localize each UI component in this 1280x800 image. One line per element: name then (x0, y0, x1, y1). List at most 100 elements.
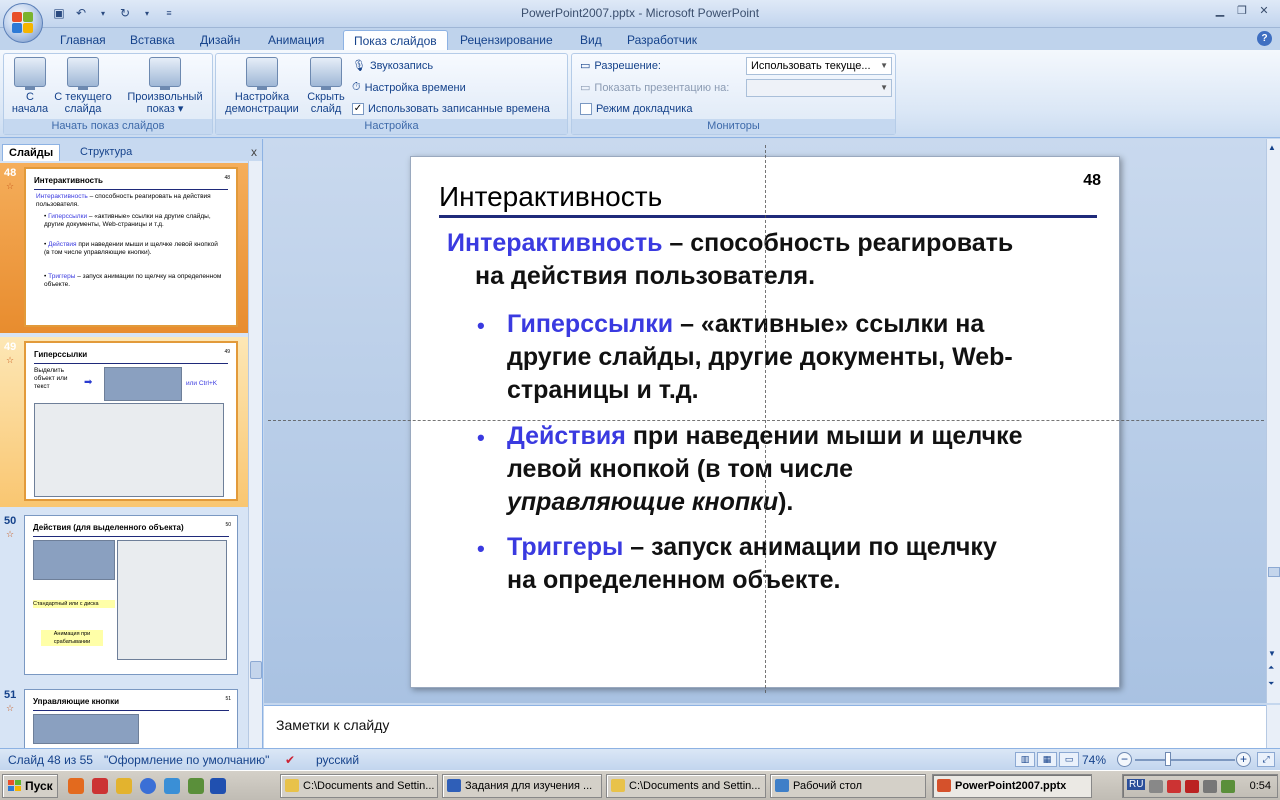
rehearse-timings-button[interactable]: ⏱ Настройка времени (352, 81, 466, 94)
tab-home[interactable]: Главная (50, 30, 116, 50)
normal-view-icon[interactable]: ▥ (1015, 752, 1035, 767)
thumbnail-entry-50[interactable]: 50 ☆ Действия (для выделенного объекта) … (0, 511, 248, 681)
presenter-view-label: Режим докладчика (596, 103, 693, 115)
scroll-thumb[interactable] (250, 661, 262, 679)
status-bar: Слайд 48 из 55 "Оформление по умолчанию"… (0, 748, 1280, 770)
taskbar-item-desktop[interactable]: Рабочий стол (770, 774, 926, 798)
thumb-page: 50 (225, 522, 231, 528)
ribbon-screenshot-image (33, 714, 139, 744)
spellcheck-icon[interactable]: ✔ (285, 753, 295, 767)
bullet-triggers[interactable]: Триггеры – запуск анимации по щелчку на … (507, 531, 1107, 597)
minimize-button[interactable]: ▁ (1210, 3, 1230, 19)
theme-name[interactable]: "Оформление по умолчанию" (104, 753, 269, 767)
fit-to-window-icon[interactable]: ⤢ (1257, 752, 1275, 767)
antivirus-icon[interactable] (1167, 780, 1181, 793)
restore-button[interactable]: ❐ (1232, 3, 1252, 19)
taskbar-item-explorer-2[interactable]: C:\Documents and Settin... (606, 774, 766, 798)
folder-tool-icon[interactable] (116, 778, 132, 794)
tab-slides[interactable]: Слайды (2, 144, 61, 161)
vertical-guide[interactable] (765, 145, 766, 693)
resolution-dropdown[interactable]: Использовать текуще... ▼ (746, 57, 892, 75)
thumbnail-entry-48[interactable]: 48 ☆ Интерактивность 48 Интерактивность … (0, 163, 248, 333)
zoom-slider[interactable] (1135, 759, 1235, 761)
close-icon[interactable]: x (251, 145, 257, 159)
tab-slide-show[interactable]: Показ слайдов (343, 30, 448, 50)
display-icon: ▭ (580, 82, 591, 94)
arrow-right-icon: ➡ (84, 377, 93, 388)
tab-insert[interactable]: Вставка (120, 30, 185, 50)
taskbar-item-powerpoint[interactable]: PowerPoint2007.pptx (932, 774, 1092, 798)
thumbnail-slide-51[interactable]: Управляющие кнопки 51 (24, 689, 238, 748)
custom-show-button[interactable]: Произвольный показ ▾ (122, 57, 208, 115)
from-current-button[interactable]: С текущего слайда (52, 57, 114, 115)
volume-icon[interactable] (1203, 780, 1217, 793)
tab-view[interactable]: Вид (570, 30, 612, 50)
slide-title[interactable]: Интерактивность (439, 181, 662, 213)
slide-sorter-view-icon[interactable]: ▦ (1037, 752, 1057, 767)
hide-slide-label: Скрыть слайд (307, 91, 345, 115)
show-on-dropdown[interactable]: ▼ (746, 79, 892, 97)
animation-star-icon: ☆ (6, 355, 15, 365)
clock[interactable]: 0:54 (1250, 780, 1271, 792)
network-icon[interactable] (1221, 780, 1235, 793)
opera-icon[interactable] (92, 778, 108, 794)
slide-number: 50 (4, 515, 17, 527)
zoom-in-icon[interactable]: + (1236, 752, 1251, 767)
bullet-hyperlinks[interactable]: Гиперссылки – «активные» ссылки на други… (507, 308, 1107, 407)
thumbnail-entry-51[interactable]: 51 ☆ Управляющие кнопки 51 (0, 685, 248, 748)
thumbnails-scrollbar[interactable] (248, 161, 262, 748)
thumbnail-entry-49[interactable]: 49 ☆ Гиперссылки 49 Выделить объект или … (0, 337, 248, 507)
office-button[interactable] (3, 3, 43, 43)
tab-outline[interactable]: Структура (74, 144, 138, 161)
bullet-icon: • (477, 425, 485, 450)
internet-explorer-icon[interactable] (164, 778, 180, 794)
zoom-out-icon[interactable]: − (1117, 752, 1132, 767)
system-tray: RU 0:54 (1122, 774, 1278, 798)
use-timings-checkbox[interactable]: ✓ Использовать записанные времена (352, 103, 550, 115)
previous-slide-icon[interactable]: ⏶ (1268, 663, 1274, 673)
close-button[interactable]: ✕ (1254, 3, 1274, 19)
notes-pane[interactable]: Заметки к слайду (264, 705, 1266, 748)
show-desktop-icon[interactable] (188, 778, 204, 794)
presenter-view-checkbox[interactable]: Режим докладчика (580, 103, 692, 115)
intro-paragraph[interactable]: Интерактивность – способность реагироват… (447, 227, 1107, 293)
scroll-down-icon[interactable]: ▼ (1268, 649, 1276, 658)
notes-scrollbar[interactable] (1266, 705, 1280, 748)
setup-show-button[interactable]: Настройка демонстрации (220, 57, 304, 115)
scroll-thumb[interactable] (1268, 567, 1280, 577)
taskbar-item-word[interactable]: Задания для изучения ... (442, 774, 602, 798)
scroll-up-icon[interactable]: ▲ (1268, 143, 1276, 152)
language[interactable]: русский (316, 753, 359, 767)
firefox-icon[interactable] (68, 778, 84, 794)
resolution-row: ▭ Разрешение: (580, 59, 661, 73)
taskbar-item-explorer-1[interactable]: C:\Documents and Settin... (280, 774, 438, 798)
bullet-actions[interactable]: Действия при наведении мыши и щелчке лев… (507, 420, 1107, 519)
word-icon[interactable] (210, 778, 226, 794)
record-narration-button[interactable]: 🎙 Звукозапись (352, 59, 433, 73)
start-button[interactable]: Пуск (2, 774, 58, 798)
tab-design[interactable]: Дизайн (190, 30, 250, 50)
help-icon[interactable]: ? (1257, 31, 1272, 46)
next-slide-icon[interactable]: ⏷ (1268, 679, 1274, 689)
tab-animation[interactable]: Анимация (258, 30, 334, 50)
slide-show-view-icon[interactable]: ▭ (1059, 752, 1079, 767)
title-bar: ▣ ↶ ▾ ↻ ▾ ≡ PowerPoint2007.pptx - Micros… (0, 0, 1280, 28)
language-indicator[interactable]: RU (1127, 779, 1146, 790)
from-beginning-button[interactable]: С начала (8, 57, 52, 115)
hide-slide-button[interactable]: Скрыть слайд (304, 57, 348, 115)
thumbnail-slide-48[interactable]: Интерактивность 48 Интерактивность – спо… (24, 167, 238, 327)
group-start-label: Начать показ слайдов (4, 119, 212, 134)
slide-scrollbar[interactable]: ▲ ▼ ⏶ ⏷ (1266, 139, 1280, 703)
media-player-icon[interactable] (140, 778, 156, 794)
thumbnail-slide-49[interactable]: Гиперссылки 49 Выделить объект или текст… (24, 341, 238, 501)
tab-review[interactable]: Рецензирование (450, 30, 563, 50)
thumbnail-slide-50[interactable]: Действия (для выделенного объекта) 50 Ст… (24, 515, 238, 675)
security-icon[interactable] (1185, 780, 1199, 793)
thumb-title: Интерактивность (34, 176, 103, 185)
tab-developer[interactable]: Разработчик (617, 30, 707, 50)
microphone-icon: 🎙 (352, 60, 366, 72)
zoom-level[interactable]: 74% (1082, 753, 1106, 767)
horizontal-guide[interactable] (268, 420, 1264, 421)
zoom-slider-knob[interactable] (1165, 752, 1171, 766)
printer-icon[interactable] (1149, 780, 1163, 793)
